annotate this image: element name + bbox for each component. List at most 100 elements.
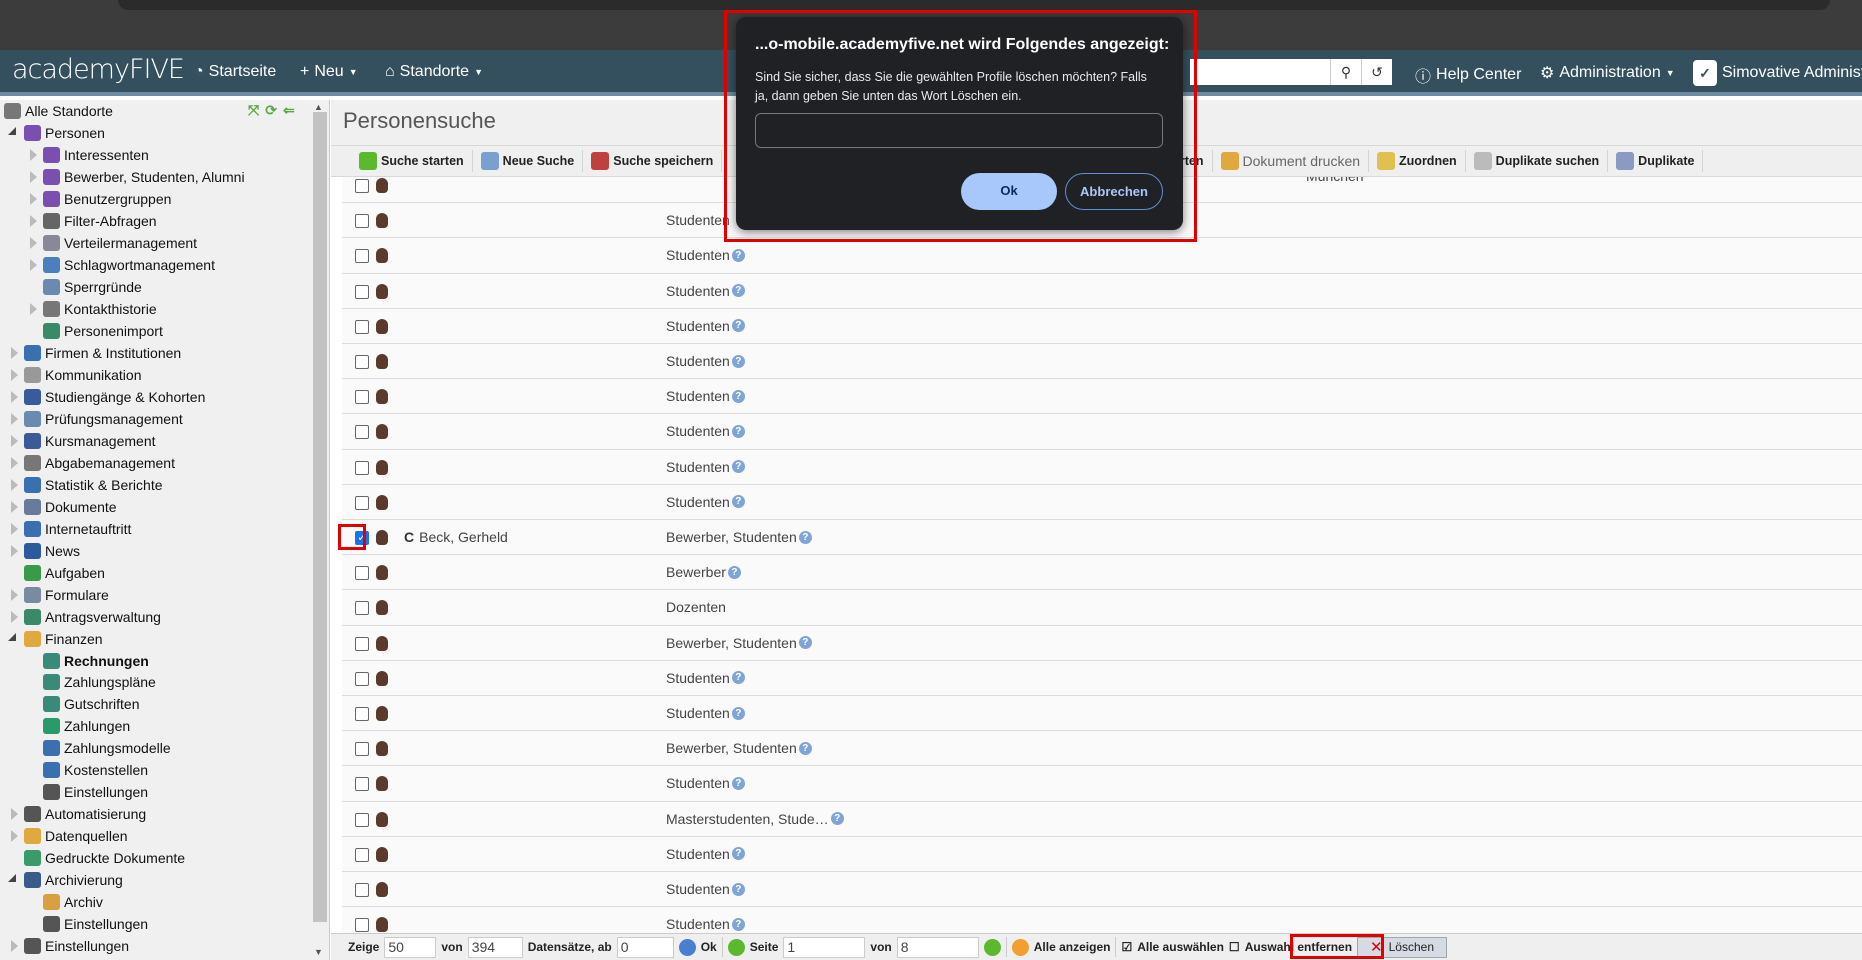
table-row[interactable]: Studenten? — [342, 449, 1862, 485]
sidebar-item-formulare[interactable]: Formulare — [11, 584, 109, 606]
collapsed-arrow-icon[interactable] — [11, 390, 18, 403]
sidebar-item-zahlungen[interactable]: Zahlungen — [43, 715, 130, 737]
help-icon[interactable]: ? — [731, 460, 745, 474]
search-icon[interactable]: ⚲ — [1330, 59, 1361, 85]
sidebar-item-kostenstellen[interactable]: Kostenstellen — [43, 759, 148, 781]
alle-auswaehlen-button[interactable]: Alle auswählen — [1137, 940, 1224, 954]
sidebar-item-datenquellen[interactable]: Datenquellen — [11, 825, 128, 847]
sidebar-item-alle-standorte[interactable]: Alle Standorte — [4, 100, 113, 122]
expanded-arrow-icon[interactable] — [8, 874, 16, 883]
row-checkbox[interactable] — [355, 390, 369, 405]
sidebar-item-news[interactable]: News — [11, 540, 80, 562]
page-size-input[interactable]: 50 — [384, 936, 437, 958]
collapsed-arrow-icon[interactable] — [11, 456, 18, 469]
row-checkbox[interactable] — [355, 566, 369, 581]
sidebar-item-archiv[interactable]: Archiv — [43, 891, 103, 913]
nav-administration[interactable]: ⚙ Administration ▼ — [1540, 63, 1675, 83]
sidebar-item-kommunikation[interactable]: Kommunikation — [11, 364, 142, 386]
row-checkbox[interactable] — [355, 707, 369, 721]
table-row[interactable]: Bewerber, Studenten? — [342, 731, 1862, 767]
sidebar-item-automatisierung[interactable]: Automatisierung — [11, 803, 146, 825]
help-icon[interactable]: ? — [830, 812, 844, 826]
help-icon[interactable]: ? — [798, 636, 812, 650]
sidebar-item-einstellungen[interactable]: Einstellungen — [11, 935, 129, 957]
table-row[interactable]: Studenten? — [342, 766, 1862, 802]
sidebar-item-abgabemanagement[interactable]: Abgabemanagement — [11, 452, 175, 474]
scroll-down-icon[interactable]: ▼ — [314, 947, 323, 957]
collapsed-arrow-icon[interactable] — [11, 522, 18, 535]
dialog-cancel-button[interactable]: Abbrechen — [1065, 173, 1163, 210]
collapsed-arrow-icon[interactable] — [11, 588, 18, 601]
help-icon[interactable]: ? — [731, 389, 745, 403]
sidebar-item-filter-abfragen[interactable]: Filter-Abfragen — [30, 210, 157, 232]
collapsed-arrow-icon[interactable] — [11, 830, 18, 843]
table-row[interactable]: Studenten? — [342, 872, 1862, 908]
collapse-icon[interactable]: ⤧ — [248, 102, 259, 119]
row-checkbox[interactable] — [355, 847, 369, 862]
person-name[interactable]: C Beck, Gerheld — [404, 529, 508, 545]
table-row[interactable]: Studenten? — [342, 696, 1862, 732]
row-checkbox[interactable] — [355, 636, 369, 651]
expanded-arrow-icon[interactable] — [8, 632, 16, 641]
scroll-up-icon[interactable]: ▲ — [314, 102, 323, 112]
row-checkbox[interactable] — [355, 742, 369, 757]
row-checkbox[interactable] — [355, 671, 369, 686]
help-icon[interactable]: ? — [731, 917, 745, 931]
help-icon[interactable]: ? — [731, 706, 745, 720]
sidebar-item-internetauftritt[interactable]: Internetauftritt — [11, 518, 131, 540]
search-input[interactable] — [1190, 59, 1330, 85]
collapsed-arrow-icon[interactable] — [11, 544, 18, 557]
table-row[interactable]: Bewerber? — [342, 555, 1862, 591]
dialog-ok-button[interactable]: Ok — [961, 173, 1057, 210]
sidebar-item-antragsverwaltung[interactable]: Antragsverwaltung — [11, 606, 161, 628]
table-row[interactable]: Studenten? — [342, 273, 1862, 309]
help-icon[interactable]: ? — [731, 284, 745, 298]
history-icon[interactable]: ↺ — [1361, 59, 1392, 85]
sidebar-item-gutschriften[interactable]: Gutschriften — [43, 693, 139, 715]
offset-input[interactable]: 0 — [616, 936, 674, 958]
help-icon[interactable]: ? — [731, 776, 745, 790]
row-checkbox[interactable] — [355, 918, 369, 933]
table-row[interactable]: Studenten? — [342, 414, 1862, 450]
sidebar-item-rechnungen[interactable]: Rechnungen — [43, 650, 149, 672]
sidebar-item-aufgaben[interactable]: Aufgaben — [24, 562, 105, 584]
row-checkbox[interactable] — [355, 883, 369, 897]
toolbar-neue-suche-button[interactable]: Neue Suche — [473, 150, 584, 172]
row-checkbox[interactable] — [355, 460, 369, 475]
row-checkbox[interactable] — [355, 355, 369, 369]
row-checkbox[interactable] — [355, 495, 369, 510]
toolbar-zuordnen-button[interactable]: Zuordnen — [1369, 150, 1466, 172]
nav-standorte[interactable]: ⌂ Standorte ▼ — [385, 63, 483, 81]
sidebar-item-einstellungen[interactable]: Einstellungen — [43, 781, 148, 803]
help-icon[interactable]: ? — [727, 565, 741, 579]
logo[interactable]: academyFIVE — [12, 54, 185, 85]
arrow-left-icon[interactable]: ⇐ — [283, 102, 295, 119]
collapsed-arrow-icon[interactable] — [30, 236, 37, 249]
sidebar-item-firmen-institutionen[interactable]: Firmen & Institutionen — [11, 342, 181, 364]
row-checkbox[interactable] — [355, 777, 369, 792]
table-row[interactable]: Bewerber, Studenten? — [342, 625, 1862, 661]
sidebar-item-statistik-berichte[interactable]: Statistik & Berichte — [11, 474, 163, 496]
collapsed-arrow-icon[interactable] — [11, 940, 18, 953]
help-icon[interactable]: ? — [731, 847, 745, 861]
row-checkbox[interactable] — [355, 319, 369, 334]
help-icon[interactable]: ? — [731, 424, 745, 438]
sidebar-item-personen[interactable]: Personen — [8, 122, 105, 144]
ok-pager-button[interactable]: Ok — [701, 940, 717, 954]
sidebar-item-verteilermanagement[interactable]: Verteilermanagement — [30, 232, 197, 254]
collapsed-arrow-icon[interactable] — [30, 302, 37, 315]
nav-startseite[interactable]: ◔ Startseite — [194, 63, 276, 81]
collapsed-arrow-icon[interactable] — [30, 258, 37, 271]
help-icon[interactable]: ? — [731, 495, 745, 509]
row-checkbox[interactable] — [355, 249, 369, 264]
help-icon[interactable]: ? — [731, 882, 745, 896]
sidebar-item-finanzen[interactable]: Finanzen — [8, 628, 103, 650]
toolbar-suche-speichern-button[interactable]: Suche speichern — [583, 150, 723, 172]
collapsed-arrow-icon[interactable] — [30, 170, 37, 183]
sidebar-item-personenimport[interactable]: Personenimport — [43, 320, 163, 342]
collapsed-arrow-icon[interactable] — [11, 368, 18, 381]
sidebar-item-zahlungspläne[interactable]: Zahlungspläne — [43, 671, 156, 693]
sidebar-item-zahlungsmodelle[interactable]: Zahlungsmodelle — [43, 737, 171, 759]
table-row[interactable]: Studenten? — [342, 238, 1862, 274]
table-row[interactable]: Studenten? — [342, 484, 1862, 520]
